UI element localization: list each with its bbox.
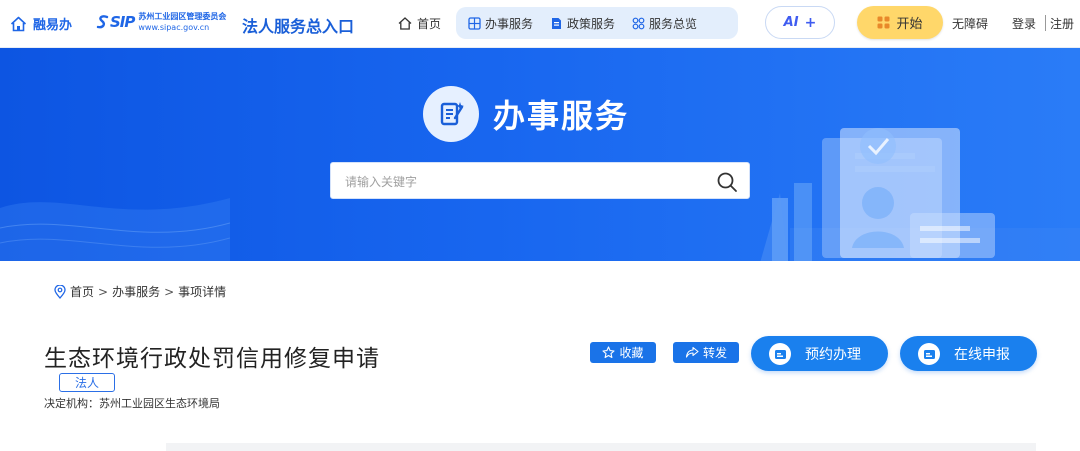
start-label: 开始 bbox=[896, 17, 923, 32]
sip-swirl-icon bbox=[96, 15, 109, 29]
overview-icon bbox=[632, 17, 645, 29]
sip-mark: SIP bbox=[96, 13, 135, 31]
breadcrumb: 首页 > 办事服务 > 事项详情 bbox=[54, 283, 226, 300]
banner-decoration-left bbox=[0, 198, 230, 261]
ai-assistant-button[interactable]: AI + bbox=[765, 6, 835, 39]
top-navigation-bar: 融易办 SIP 苏州工业园区管理委员会 www.sipac.gov.cn 法人服… bbox=[0, 0, 1080, 48]
login-link[interactable]: 登录 bbox=[1012, 15, 1036, 32]
search-icon[interactable] bbox=[715, 170, 739, 194]
forward-button[interactable]: 转发 bbox=[673, 342, 739, 363]
register-link[interactable]: 注册 bbox=[1050, 15, 1074, 32]
breadcrumb-section[interactable]: 办事服务 bbox=[112, 283, 160, 300]
appointment-label: 预约办理 bbox=[805, 346, 861, 363]
grid-icon bbox=[468, 16, 481, 30]
share-icon bbox=[685, 346, 699, 358]
nav-item-policy-label: 政策服务 bbox=[567, 16, 616, 31]
breadcrumb-current: 事项详情 bbox=[178, 285, 227, 299]
nav-item-overview[interactable]: 服务总览 bbox=[632, 15, 697, 32]
forward-label: 转发 bbox=[702, 346, 727, 360]
location-pin-icon bbox=[54, 284, 66, 299]
sip-text-block: 苏州工业园区管理委员会 www.sipac.gov.cn bbox=[138, 11, 226, 33]
appointment-button[interactable]: 预约办理 bbox=[751, 336, 888, 371]
nav-item-services-label: 办事服务 bbox=[485, 16, 534, 31]
service-doc-icon bbox=[423, 86, 479, 142]
breadcrumb-separator: > bbox=[98, 284, 109, 299]
nav-item-services[interactable]: 办事服务 bbox=[468, 15, 533, 32]
appointment-icon bbox=[769, 342, 791, 365]
house-icon bbox=[398, 17, 412, 30]
search-box bbox=[330, 162, 750, 199]
sip-url: www.sipac.gov.cn bbox=[138, 23, 210, 32]
nav-home-link[interactable]: 首页 bbox=[398, 15, 441, 32]
page-title: 生态环境行政处罚信用修复申请 bbox=[44, 346, 380, 372]
breadcrumb-home[interactable]: 首页 bbox=[70, 283, 94, 300]
sip-committee-name: 苏州工业园区管理委员会 bbox=[138, 12, 227, 21]
home-icon bbox=[10, 16, 27, 31]
banner-illustration bbox=[760, 128, 1080, 261]
portal-title[interactable]: 法人服务总入口 bbox=[242, 13, 354, 37]
nav-item-overview-label: 服务总览 bbox=[649, 16, 698, 31]
start-grid-icon bbox=[877, 16, 890, 29]
ai-label: AI bbox=[783, 15, 799, 30]
favorite-button[interactable]: 收藏 bbox=[590, 342, 656, 363]
decision-organization: 决定机构：苏州工业园区生态环境局 bbox=[44, 397, 220, 410]
online-apply-label: 在线申报 bbox=[954, 346, 1010, 363]
online-apply-icon bbox=[918, 342, 940, 365]
home-brand-label: 融易办 bbox=[33, 18, 73, 33]
search-input[interactable] bbox=[345, 173, 705, 191]
main-nav-pill: 办事服务 政策服务 服务总览 bbox=[456, 7, 738, 39]
online-apply-button[interactable]: 在线申报 bbox=[900, 336, 1037, 371]
favorite-label: 收藏 bbox=[619, 346, 644, 360]
home-brand-link[interactable]: 融易办 bbox=[10, 14, 72, 33]
sip-mark-text: SIP bbox=[110, 13, 135, 31]
content-panel-top-edge bbox=[166, 443, 1036, 451]
login-register-divider bbox=[1045, 15, 1046, 31]
nav-item-policy[interactable]: 政策服务 bbox=[550, 15, 615, 32]
banner-title: 办事服务 bbox=[493, 97, 630, 135]
policy-doc-icon bbox=[552, 17, 562, 29]
hero-banner: 办事服务 bbox=[0, 48, 1080, 261]
accessibility-link[interactable]: 无障碍 bbox=[952, 15, 988, 32]
start-button[interactable]: 开始 bbox=[857, 6, 943, 39]
star-icon bbox=[602, 346, 616, 359]
ai-plus-icon: + bbox=[804, 14, 817, 31]
breadcrumb-separator: > bbox=[164, 284, 175, 299]
sip-logo[interactable]: SIP 苏州工业园区管理委员会 www.sipac.gov.cn bbox=[96, 11, 226, 33]
applicant-type-badge: 法人 bbox=[59, 373, 115, 392]
nav-home-label: 首页 bbox=[417, 17, 442, 31]
banner-title-block: 办事服务 bbox=[423, 86, 629, 142]
